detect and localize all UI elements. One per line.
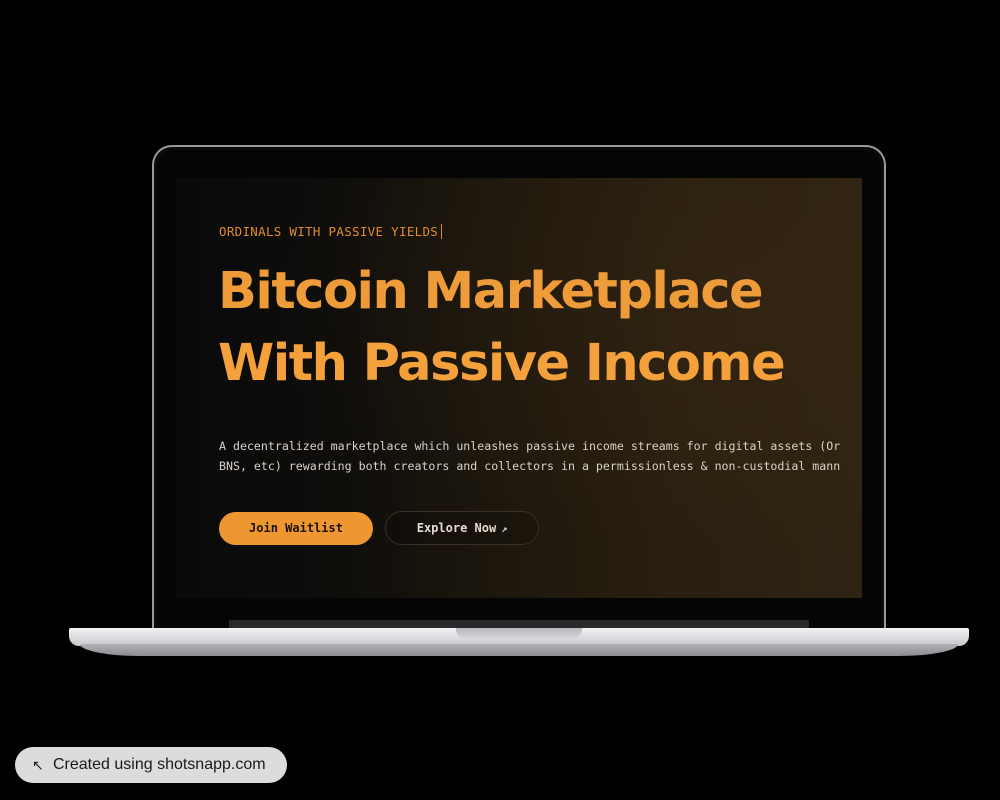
- laptop-opening-notch: [456, 628, 582, 638]
- typing-caret: [441, 224, 443, 239]
- description-line-1: A decentralized marketplace which unleas…: [219, 439, 841, 453]
- laptop-screen: ORDINALS WITH PASSIVE YIELDS Bitcoin Mar…: [176, 178, 862, 598]
- laptop-hinge: [229, 620, 809, 628]
- shotsnapp-badge[interactable]: ↖ Created using shotsnapp.com: [15, 747, 287, 783]
- laptop-base-underside: [80, 644, 958, 656]
- hero-eyebrow: ORDINALS WITH PASSIVE YIELDS: [219, 224, 443, 239]
- explore-now-button[interactable]: Explore Now ↗: [385, 511, 539, 545]
- eyebrow-text: ORDINALS WITH PASSIVE YIELDS: [219, 224, 439, 239]
- arrow-up-left-icon: ↖: [32, 757, 44, 773]
- join-waitlist-button[interactable]: Join Waitlist: [219, 512, 373, 545]
- hero-description: A decentralized marketplace which unleas…: [219, 436, 862, 476]
- explore-now-label: Explore Now: [416, 521, 497, 535]
- headline-line-1: Bitcoin Marketplace: [218, 262, 764, 321]
- mockup-stage: ORDINALS WITH PASSIVE YIELDS Bitcoin Mar…: [0, 0, 1000, 800]
- badge-text: Created using shotsnapp.com: [53, 756, 266, 773]
- hero-headline: Bitcoin Marketplace With Passive Income: [218, 256, 786, 400]
- arrow-up-right-icon: ↗: [501, 524, 508, 535]
- description-line-2: BNS, etc) rewarding both creators and co…: [219, 459, 841, 473]
- headline-line-2: With Passive Income: [218, 334, 786, 393]
